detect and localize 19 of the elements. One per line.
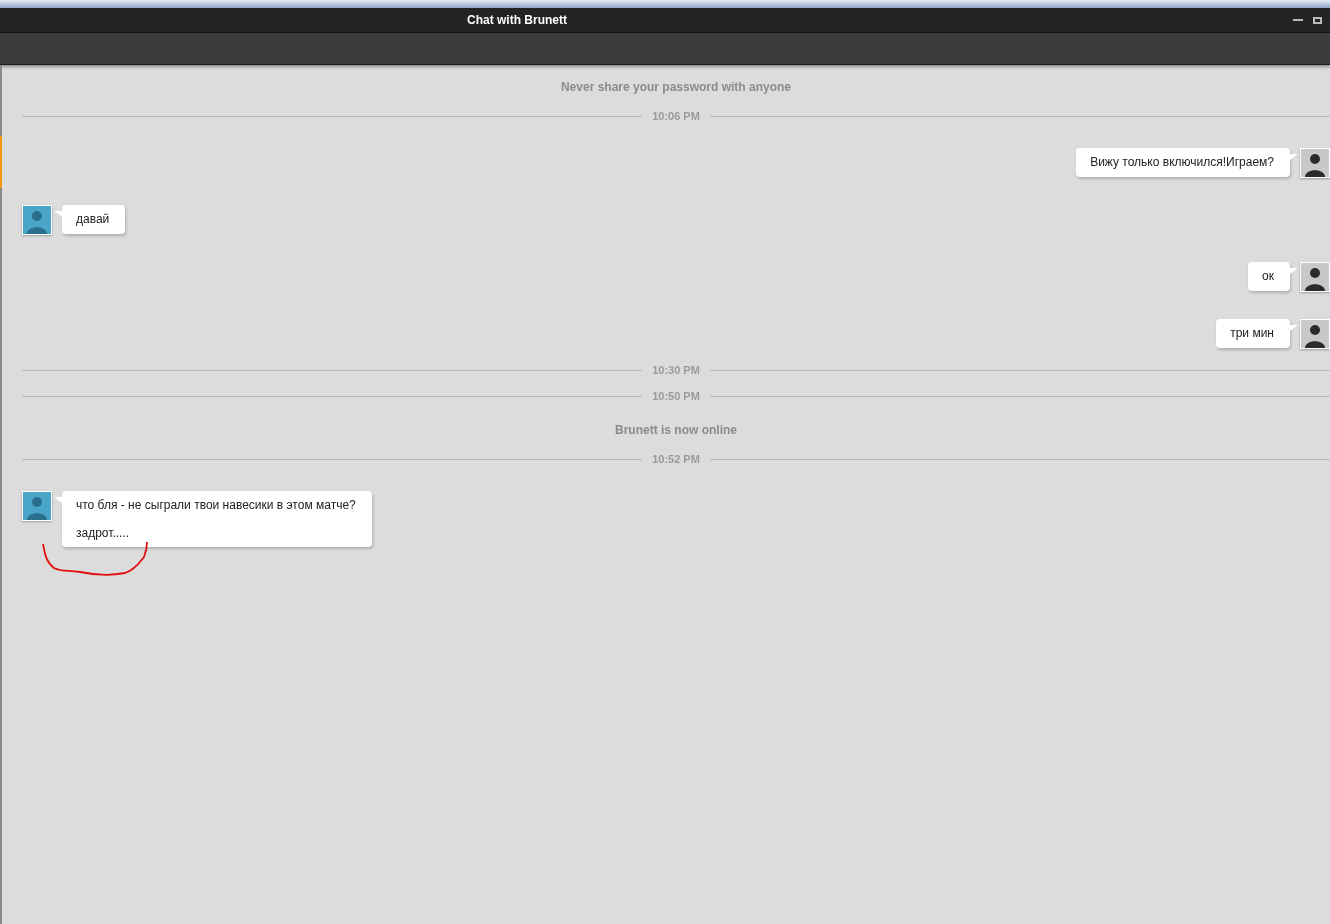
timestamp: 10:06 PM bbox=[652, 110, 700, 122]
message-text: три мин bbox=[1230, 325, 1274, 342]
status-notice: Never share your password with anyone bbox=[560, 79, 792, 95]
side-marker bbox=[0, 136, 2, 188]
maximize-icon[interactable] bbox=[1313, 16, 1322, 24]
timestamp: 10:30 PM bbox=[652, 364, 700, 376]
status-notice: Brunett is now online bbox=[615, 422, 737, 438]
avatar-icon[interactable] bbox=[1300, 319, 1330, 349]
message-text: задрот..... bbox=[76, 525, 131, 542]
message-text: давай bbox=[76, 211, 110, 228]
timestamp: 10:50 PM bbox=[652, 390, 700, 402]
message-text: Вижу только включился!Играем? bbox=[1090, 154, 1274, 171]
message-text: что бля - не сыграли твои навесики в этом матче? bbox=[76, 497, 356, 514]
message-text: ок bbox=[1262, 268, 1274, 285]
minimize-icon[interactable] bbox=[1293, 18, 1303, 22]
avatar-icon[interactable] bbox=[1300, 262, 1330, 292]
window-title: Chat with Brunett bbox=[466, 13, 568, 27]
avatar-icon[interactable] bbox=[1300, 148, 1330, 178]
timestamp: 10:52 PM bbox=[652, 453, 700, 465]
